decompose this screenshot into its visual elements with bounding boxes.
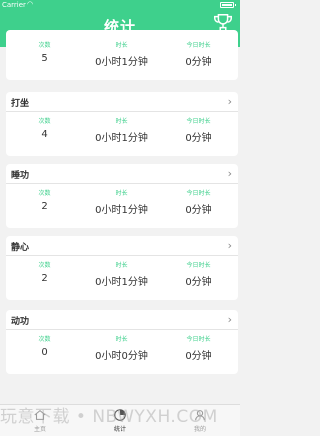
stat-count: 次数 2 [6,256,83,284]
stat-count: 次数 0 [6,330,83,358]
chevron-right-icon[interactable]: › [228,95,232,108]
stats-card-sleep[interactable]: 睡功 › 次数 2 时长 0小时1分钟 今日时长 0分钟 [6,164,238,228]
stat-duration: 时长 0小时1分钟 [83,256,160,288]
chevron-right-icon[interactable]: › [228,167,232,180]
stats-row: 次数 0 时长 0小时0分钟 今日时长 0分钟 [6,330,238,374]
stat-count: 次数 5 [6,36,83,64]
stat-value: 0分钟 [185,205,212,216]
card-header[interactable]: 静心 › [6,236,238,256]
stat-duration: 时长 0小时1分钟 [83,36,160,68]
card-title: 动功 [11,317,30,327]
stats-card-movement[interactable]: 动功 › 次数 0 时长 0小时0分钟 今日时长 0分钟 [6,310,238,374]
stat-label: 次数 [38,262,51,269]
stat-label: 时长 [115,42,128,49]
card-title: 打坐 [11,99,30,109]
stat-value: 0分钟 [185,133,212,144]
stat-label: 次数 [38,118,51,125]
stat-duration: 时长 0小时1分钟 [83,112,160,144]
stat-label: 时长 [115,190,128,197]
stat-count: 次数 4 [6,112,83,140]
card-header[interactable]: 睡功 › [6,164,238,184]
stat-label: 时长 [115,336,128,343]
tab-label: 统计 [113,426,126,433]
tab-home[interactable]: 主页 [0,405,80,436]
stat-today: 今日时长 0分钟 [160,36,237,68]
stat-value: 0小时1分钟 [95,205,148,216]
tab-label: 主页 [33,426,46,433]
carrier-label: Carrier [2,1,26,9]
battery-icon [220,2,236,8]
card-title: 睡功 [11,171,30,181]
stat-value: 0 [41,347,48,358]
stat-today: 今日时长 0分钟 [160,112,237,144]
stats-row: 次数 2 时长 0小时1分钟 今日时长 0分钟 [6,256,238,300]
stat-label: 今日时长 [186,190,211,197]
stat-label: 今日时长 [186,42,211,49]
stat-value: 5 [41,53,48,64]
stat-value: 0分钟 [185,57,212,68]
card-header[interactable]: 动功 › [6,310,238,330]
tab-bar: 主页 统计 我的 [0,404,240,436]
stat-count: 次数 2 [6,184,83,212]
stat-duration: 时长 0小时1分钟 [83,184,160,216]
wifi-icon: ◠ [27,0,34,8]
card-title: 静心 [11,243,30,253]
stats-row: 次数 4 时长 0小时1分钟 今日时长 0分钟 [6,112,238,156]
home-icon [34,409,46,420]
stat-value: 0小时1分钟 [95,277,148,288]
stat-value: 0分钟 [185,277,212,288]
stats-card-calm[interactable]: 静心 › 次数 2 时长 0小时1分钟 今日时长 0分钟 [6,236,238,300]
stat-value: 2 [41,273,48,284]
stat-value: 2 [41,201,48,212]
stat-label: 次数 [38,42,51,49]
stat-duration: 时长 0小时0分钟 [83,330,160,362]
stat-label: 今日时长 [186,336,211,343]
stat-label: 次数 [38,336,51,343]
stats-row: 次数 5 时长 0小时1分钟 今日时长 0分钟 [6,36,238,80]
status-bar: Carrier ◠ [0,0,240,11]
stat-value: 0小时1分钟 [95,57,148,68]
profile-icon [195,410,205,421]
stat-value: 0小时1分钟 [95,133,148,144]
chevron-right-icon[interactable]: › [228,239,232,252]
stat-label: 次数 [38,190,51,197]
stat-label: 今日时长 [186,118,211,125]
tab-label: 我的 [193,426,206,433]
stat-value: 0小时0分钟 [95,351,148,362]
stat-today: 今日时长 0分钟 [160,256,237,288]
stats-row: 次数 2 时长 0小时1分钟 今日时长 0分钟 [6,184,238,228]
stat-value: 0分钟 [185,351,212,362]
stat-label: 今日时长 [186,262,211,269]
chevron-right-icon[interactable]: › [228,313,232,326]
stats-card-total[interactable]: 次数 5 时长 0小时1分钟 今日时长 0分钟 [6,30,238,80]
stats-icon [114,409,126,421]
stat-today: 今日时长 0分钟 [160,330,237,362]
card-header[interactable]: 打坐 › [6,92,238,112]
stat-label: 时长 [115,262,128,269]
tab-stats[interactable]: 统计 [80,405,160,436]
tab-profile[interactable]: 我的 [160,405,240,436]
stat-value: 4 [41,129,48,140]
stat-label: 时长 [115,118,128,125]
stat-today: 今日时长 0分钟 [160,184,237,216]
stats-card-meditation[interactable]: 打坐 › 次数 4 时长 0小时1分钟 今日时长 0分钟 [6,92,238,156]
